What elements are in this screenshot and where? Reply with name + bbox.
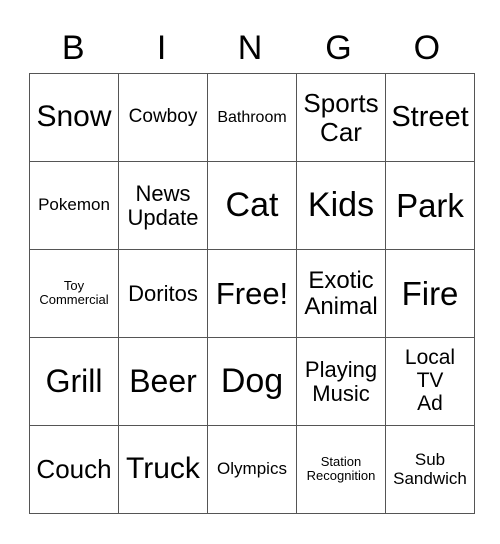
cell-label: Cowboy <box>128 106 198 128</box>
cell-label: Cat <box>225 186 279 225</box>
cell-label: Free! <box>215 275 289 311</box>
cell-label: Couch <box>36 454 112 485</box>
bingo-cell[interactable]: Truck <box>118 425 208 514</box>
cell-label: Station Recognition <box>306 453 376 483</box>
cell-label: Bathroom <box>217 108 287 126</box>
bingo-cell[interactable]: Dog <box>207 337 297 426</box>
cell-label: Truck <box>126 452 200 486</box>
bingo-cell[interactable]: Bathroom <box>207 73 297 162</box>
cell-label: Dog <box>220 362 284 401</box>
cell-label: Snow <box>36 100 112 134</box>
bingo-cell[interactable]: Station Recognition <box>296 425 386 514</box>
cell-label: Sub Sandwich <box>393 450 467 488</box>
bingo-cell[interactable]: Fire <box>385 249 475 338</box>
cell-label: Grill <box>45 363 103 400</box>
board-row: Toy Commercial Doritos Free! Exotic Animal F… <box>29 249 475 338</box>
bingo-board: Snow Cowboy Bathroom Sports Car Street Pokemo… <box>29 73 475 514</box>
cell-label: Local TV Ad <box>404 346 456 415</box>
cell-label: Toy Commercial <box>39 277 109 307</box>
bingo-cell[interactable]: Street <box>385 73 475 162</box>
cell-label: Playing Music <box>304 356 378 406</box>
cell-label: Fire <box>401 274 459 312</box>
header-letter-n: N <box>237 29 263 67</box>
header-letter-b: B <box>61 29 85 67</box>
bingo-cell[interactable]: Playing Music <box>296 337 386 426</box>
bingo-cell[interactable]: Grill <box>29 337 119 426</box>
bingo-cell[interactable]: Sports Car <box>296 73 386 162</box>
cell-label: Doritos <box>128 280 198 306</box>
bingo-cell[interactable]: Local TV Ad <box>385 337 475 426</box>
bingo-cell[interactable]: Sub Sandwich <box>385 425 475 514</box>
cell-label: Olympics <box>217 459 287 479</box>
cell-label: Sports Car <box>303 88 379 147</box>
header-letter-o: O <box>413 29 441 67</box>
bingo-cell[interactable]: Free! <box>207 249 297 338</box>
cell-label: Pokemon <box>38 195 110 215</box>
cell-label: Beer <box>129 363 197 400</box>
header-letter-i: I <box>156 29 167 67</box>
cell-label: Kids <box>307 186 375 225</box>
cell-label: Park <box>396 186 464 224</box>
bingo-cell[interactable]: Exotic Animal <box>296 249 386 338</box>
board-row: Snow Cowboy Bathroom Sports Car Street <box>29 73 475 162</box>
bingo-cell[interactable]: Toy Commercial <box>29 249 119 338</box>
bingo-cell[interactable]: Park <box>385 161 475 250</box>
bingo-cell[interactable]: Beer <box>118 337 208 426</box>
bingo-cell[interactable]: Pokemon <box>29 161 119 250</box>
bingo-cell[interactable]: Olympics <box>207 425 297 514</box>
board-row: Pokemon News Update Cat Kids Park <box>29 161 475 250</box>
bingo-cell[interactable]: Snow <box>29 73 119 162</box>
bingo-cell[interactable]: Cowboy <box>118 73 208 162</box>
bingo-cell[interactable]: Couch <box>29 425 119 514</box>
bingo-header: B I N G O <box>29 26 471 70</box>
bingo-cell[interactable]: Doritos <box>118 249 208 338</box>
cell-label: News Update <box>127 180 199 230</box>
bingo-cell[interactable]: News Update <box>118 161 208 250</box>
bingo-cell[interactable]: Kids <box>296 161 386 250</box>
header-letter-g: G <box>325 29 352 67</box>
cell-label: Exotic Animal <box>304 266 378 320</box>
cell-label: Street <box>391 100 469 133</box>
bingo-cell[interactable]: Cat <box>207 161 297 250</box>
board-row: Couch Truck Olympics Station Recognition Sub… <box>29 425 475 514</box>
board-row: Grill Beer Dog Playing Music Local TV Ad <box>29 337 475 426</box>
